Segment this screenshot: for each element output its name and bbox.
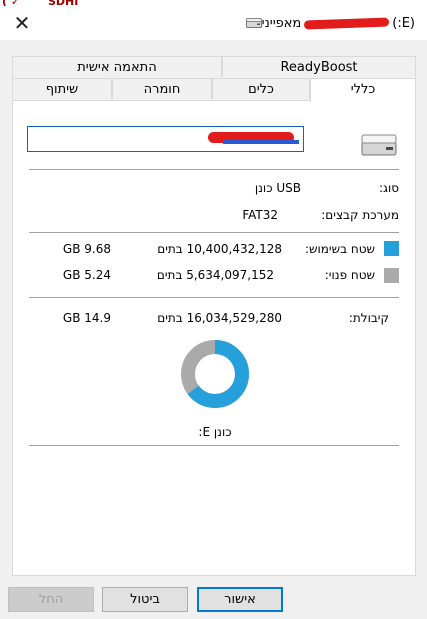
type-value: USB כונן bbox=[254, 181, 301, 195]
tab-row-top: ReadyBoost התאמה אישית bbox=[12, 56, 416, 78]
title-label: מאפייני bbox=[261, 15, 302, 31]
title-drive-letter: (E:) bbox=[392, 15, 415, 31]
drive-icon bbox=[245, 18, 262, 28]
volume-name-input[interactable] bbox=[27, 126, 304, 152]
tab-hardware[interactable]: חומרה bbox=[112, 78, 212, 99]
free-space-swatch bbox=[384, 268, 399, 283]
capacity-gb: 14.9 GB bbox=[62, 311, 111, 325]
redacted-volume-name-selection bbox=[223, 140, 299, 144]
apply-button[interactable]: החל bbox=[8, 587, 94, 612]
drive-letter-label: כונן E: bbox=[198, 425, 232, 439]
file-system-label: מערכת קבצים: bbox=[321, 208, 399, 222]
free-space-bytes: 5,634,097,152 בתים bbox=[156, 268, 274, 282]
title-bar: ✕ מאפייני (E:) bbox=[0, 6, 427, 40]
free-space-gb: 5.24 GB bbox=[62, 268, 111, 282]
used-space-label: שטח בשימוש: bbox=[304, 242, 375, 256]
tab-customize[interactable]: התאמה אישית bbox=[12, 56, 222, 77]
tab-sharing[interactable]: שיתוף bbox=[12, 78, 112, 99]
divider bbox=[29, 297, 399, 298]
usage-donut-chart bbox=[181, 340, 249, 408]
divider bbox=[29, 232, 399, 233]
tab-tools[interactable]: כלים bbox=[212, 78, 310, 99]
tab-readyboost[interactable]: ReadyBoost bbox=[222, 56, 416, 77]
drive-icon bbox=[361, 134, 397, 156]
general-tab-panel: סוג: USB כונן מערכת קבצים: FAT32 שטח בשי… bbox=[12, 100, 416, 576]
used-space-gb: 9.68 GB bbox=[62, 242, 111, 256]
divider bbox=[29, 169, 399, 170]
file-system-value: FAT32 bbox=[242, 208, 278, 222]
ok-button[interactable]: אישור bbox=[197, 587, 283, 612]
tab-row-bottom: כללי כלים חומרה שיתוף bbox=[12, 78, 416, 102]
used-space-swatch bbox=[384, 241, 399, 256]
capacity-label: קיבולת: bbox=[348, 311, 389, 325]
close-icon[interactable]: ✕ bbox=[8, 10, 36, 36]
capacity-bytes: 16,034,529,280 בתים bbox=[157, 311, 282, 325]
window-title: מאפייני (E:) bbox=[240, 12, 415, 34]
type-label: סוג: bbox=[378, 181, 399, 195]
redacted-volume-name bbox=[304, 17, 390, 29]
used-space-bytes: 10,400,432,128 בתים bbox=[157, 242, 282, 256]
divider bbox=[29, 445, 399, 446]
cancel-button[interactable]: ביטול bbox=[102, 587, 188, 612]
free-space-label: שטח פנוי: bbox=[324, 268, 375, 282]
tab-general[interactable]: כללי bbox=[310, 78, 416, 102]
